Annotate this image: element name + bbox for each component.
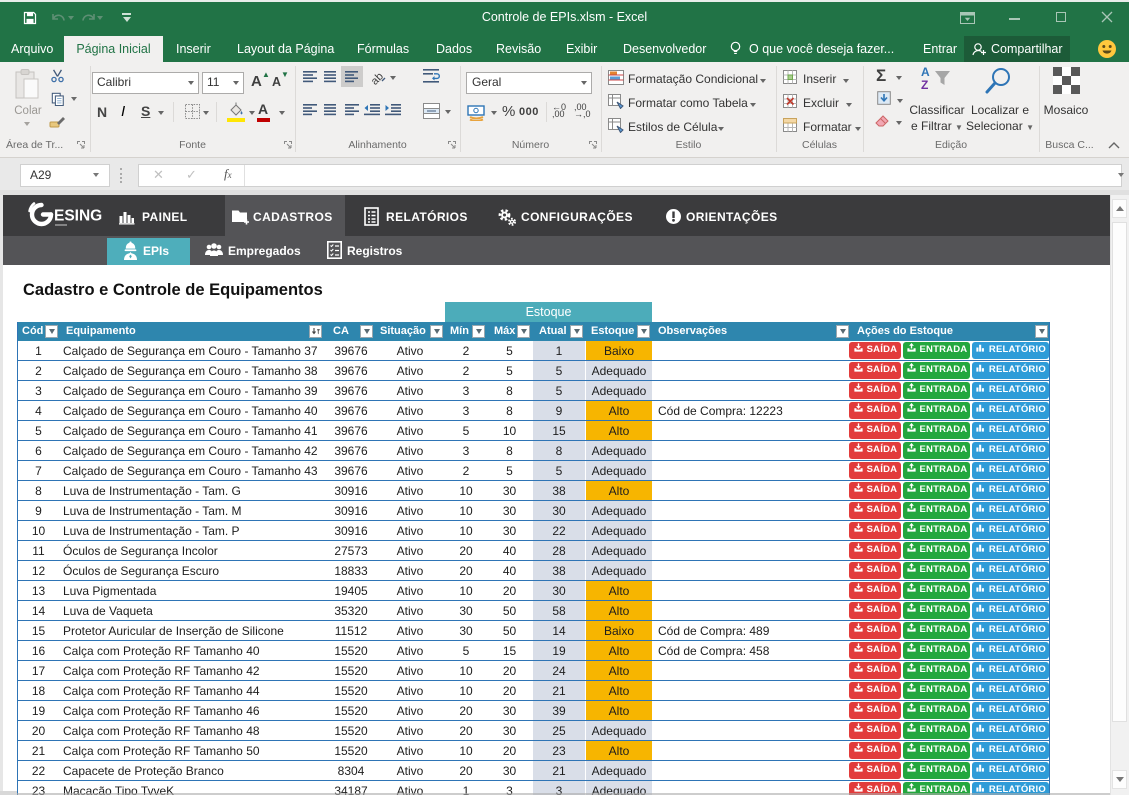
svg-text:ESING: ESING	[54, 208, 102, 225]
svg-text:ab: ab	[370, 70, 386, 85]
